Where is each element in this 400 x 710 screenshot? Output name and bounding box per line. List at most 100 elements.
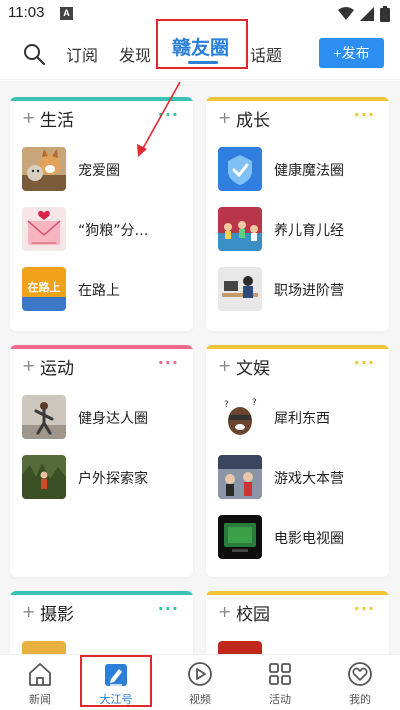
circle-item-on-the-road[interactable]: 在路上 在路上 [22,267,187,311]
circle-item-film-tv[interactable]: 电影电视圈 [218,515,383,559]
tab-ganyouquan[interactable]: 赣友圈 [172,33,229,60]
card-color-bar [206,345,389,349]
house-icon [29,663,51,686]
circle-name: 宠爱圈 [78,163,120,179]
tab-discover[interactable]: 发现 [119,42,151,66]
nav-label: 新闻 [29,693,51,706]
circle-item-games[interactable]: 游戏大本营 [218,455,383,499]
plus-icon[interactable]: + [218,602,231,621]
card-header: + 运动 ··· [10,353,193,381]
card-title: 生活 [40,111,74,131]
play-icon [188,662,212,686]
category-card-sports: + 运动 ··· 健身达人圈 户外探索家 [10,345,193,577]
on-the-road-thumbnail: 在路上 [22,267,66,311]
career-thumbnail [218,267,262,311]
svg-text:?: ? [252,398,257,408]
status-time: 11:03 [8,4,45,21]
category-card-life: + 生活 ··· 宠爱圈 “狗粮”分… 在路上 在路上 [10,97,193,331]
card-header: + 摄影 ··· [10,599,193,627]
circle-item-sharp-things[interactable]: ? ? 犀利东西 [218,395,383,439]
card-color-bar [10,591,193,595]
notification-a-icon: A [60,7,73,20]
card-header: + 文娱 ··· [206,353,389,381]
circle-item-health[interactable]: 健康魔法圈 [218,147,383,191]
nav-video[interactable]: 视频 [160,655,240,710]
dog-food-thumbnail [22,207,66,251]
more-icon[interactable]: ··· [158,105,179,124]
card-header: + 成长 ··· [206,105,389,133]
photography-thumbnail [22,641,66,654]
plus-icon[interactable]: + [218,108,231,127]
circle-name: “狗粮”分… [78,223,149,239]
search-icon[interactable] [22,42,46,66]
plus-icon[interactable]: + [22,356,35,375]
circle-item-outdoor[interactable]: 户外探索家 [22,455,187,499]
circle-item-pets[interactable]: 宠爱圈 [22,147,187,191]
active-tab-underline [188,61,218,64]
nav-label: 我的 [349,693,371,706]
plus-icon[interactable]: + [22,108,35,127]
card-color-bar [206,97,389,101]
more-icon[interactable]: ··· [354,353,375,372]
pets-thumbnail [22,147,66,191]
nav-mine[interactable]: 我的 [320,655,400,710]
card-color-bar [206,591,389,595]
circle-item-dog-food[interactable]: “狗粮”分… [22,207,187,251]
nav-highlight-box [80,655,152,707]
circle-name: 游戏大本营 [274,471,344,487]
bottom-nav: 新闻 大江号 视频 活动 我的 [0,654,400,710]
film-tv-thumbnail [218,515,262,559]
svg-text:?: ? [224,400,229,410]
nav-activity[interactable]: 活动 [240,655,320,710]
plus-icon[interactable]: + [22,602,35,621]
publish-button[interactable]: +发布 [319,38,384,68]
nav-label: 活动 [269,693,291,706]
outdoor-thumbnail [22,455,66,499]
card-color-bar [10,345,193,349]
circle-name: 在路上 [78,283,120,299]
more-icon[interactable]: ··· [158,599,179,618]
category-card-photography: + 摄影 ··· [10,591,193,654]
circle-name: 职场进阶营 [274,283,344,299]
circle-name: 养儿育儿经 [274,223,344,239]
tab-subscribe[interactable]: 订阅 [66,42,98,66]
card-title: 运动 [40,359,74,379]
thumbnail-text: 在路上 [28,280,61,294]
circle-name: 健身达人圈 [78,411,148,427]
circle-name: 犀利东西 [274,411,330,427]
sharp-things-thumbnail: ? ? [218,395,262,439]
heart-icon [348,662,372,686]
circle-item-fitness[interactable]: 健身达人圈 [22,395,187,439]
more-icon[interactable]: ··· [354,599,375,618]
card-title: 校园 [236,605,270,625]
battery-icon [380,6,390,22]
parenting-thumbnail [218,207,262,251]
tab-ganyouquan-highlight[interactable]: 赣友圈 [156,19,248,69]
card-title: 成长 [236,111,270,131]
circle-item-career[interactable]: 职场进阶营 [218,267,383,311]
more-icon[interactable]: ··· [354,105,375,124]
circle-name: 电影电视圈 [274,531,344,547]
grid-icon [269,663,291,685]
circle-name: 户外探索家 [78,471,148,487]
fitness-thumbnail [22,395,66,439]
wifi-icon [338,7,354,20]
category-card-growth: + 成长 ··· 健康魔法圈 养儿育儿经 职场进阶营 [206,97,389,331]
card-header: + 校园 ··· [206,599,389,627]
category-card-campus: + 校园 ··· [206,591,389,654]
plus-icon[interactable]: + [218,356,231,375]
status-icons [338,6,390,22]
card-title: 文娱 [236,359,270,379]
circle-name: 健康魔法圈 [274,163,344,179]
more-icon[interactable]: ··· [158,353,179,372]
circle-item-parenting[interactable]: 养儿育儿经 [218,207,383,251]
tab-topics[interactable]: 话题 [250,42,282,66]
nav-news[interactable]: 新闻 [0,655,80,710]
nav-label: 视频 [189,693,211,706]
category-card-entertainment: + 文娱 ··· ? ? 犀利东西 游戏大本营 电影电视圈 [206,345,389,577]
card-header: + 生活 ··· [10,105,193,133]
card-color-bar [10,97,193,101]
circle-grid: + 生活 ··· 宠爱圈 “狗粮”分… 在路上 在路上 + 成长 ··· 健康魔… [0,81,400,654]
top-header: 订阅 发现 赣友圈 话题 +发布 [0,19,400,80]
card-title: 摄影 [40,605,74,625]
